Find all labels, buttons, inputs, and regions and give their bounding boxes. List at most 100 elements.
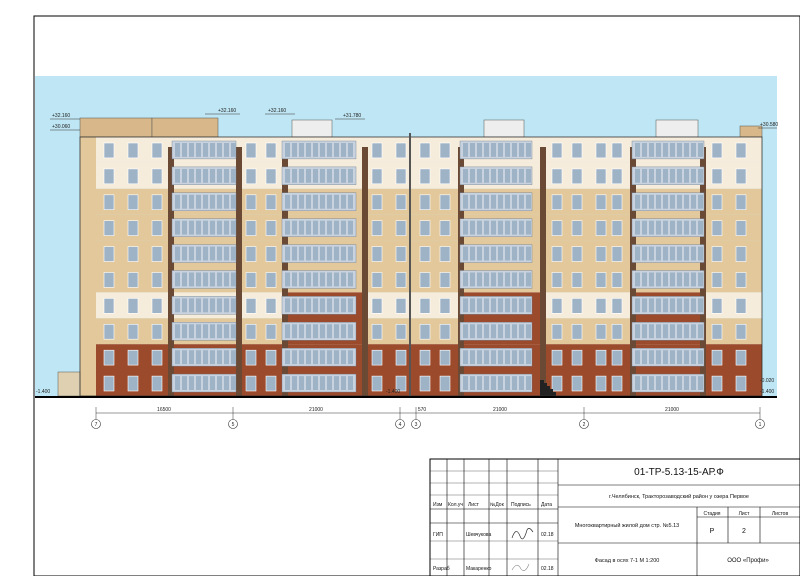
roof-exit-2 [483,119,525,138]
window [103,194,115,211]
loggia-pane [649,143,654,157]
loggia-pane [203,350,208,365]
loggia-pane [313,272,318,287]
window [595,194,607,211]
row-date-0: 02.18 [541,532,554,538]
loggia-pane [224,272,229,287]
loggia-pane [656,194,661,209]
window [611,220,623,236]
window [419,220,431,236]
loggia-pane [320,324,325,339]
loggia-pane [670,168,675,183]
loggia-pane [299,298,304,313]
loggia-pane [341,350,346,365]
loggia-pane [292,246,297,261]
loggia-pane [348,168,353,183]
window [265,168,277,185]
level-roof-right: +30.580 [760,122,778,128]
loggia-pane [203,376,208,390]
window [395,272,407,288]
loggia-pane [484,194,489,209]
loggia-pane [691,324,696,339]
facade-drawing: +32.160 +30.060 +32.160 +32.160 +31.780 … [33,15,800,577]
loggia-pane [477,194,482,209]
loggia-pane [512,194,517,209]
loggia-pane [196,246,201,261]
loggia-pane [698,220,703,235]
window [265,349,277,366]
object-name: Многоквартирный жилой дом стр. №5.13 [575,522,679,529]
window [127,220,139,236]
title-block: 01-ТР-5.13-15-АР.Ф г.Челябинск, Тракторо… [429,458,800,577]
loggia-pane [306,194,311,209]
loggia-pane [519,272,524,287]
window [571,246,583,262]
loggia-pane [175,143,180,157]
loggia-pane [189,350,194,365]
window [245,142,257,159]
loggia-pane [670,324,675,339]
loggia-pane [224,143,229,157]
loggia-pane [327,272,332,287]
loggia-pane [306,168,311,183]
loggia-pane [642,376,647,390]
loggia-pane [334,194,339,209]
loggia-pane [649,246,654,261]
dim-3-2: 21000 [493,407,507,413]
loggia-pane [491,194,496,209]
loggia-pane [334,324,339,339]
loggia-pane [663,298,668,313]
facade-recess [236,147,242,396]
window [127,298,139,314]
window [571,375,583,392]
axis-4: 4 [399,422,402,428]
window [419,298,431,314]
loggia-pane [635,246,640,261]
loggia-pane [691,376,696,390]
level-roof-mid: +31.780 [343,113,361,119]
window [127,142,139,159]
loggia-pane [334,220,339,235]
level-roof-left: +30.060 [52,124,70,130]
window [571,298,583,314]
window [711,168,723,185]
window [395,298,407,314]
loggia-pane [512,298,517,313]
loggia-pane [320,220,325,235]
loggia-pane [512,350,517,365]
loggia-pane [691,272,696,287]
loggia-pane [470,272,475,287]
loggia-pane [498,324,503,339]
window [371,272,383,288]
loggia-pane [698,376,703,390]
loggia-pane [663,246,668,261]
loggia-pane [196,194,201,209]
level-ground-center: -1.400 [386,389,400,395]
axis-2: 2 [583,422,586,428]
loggia-pane [224,298,229,313]
loggia-pane [217,324,222,339]
loggia-pane [656,272,661,287]
loggia-pane [491,220,496,235]
loggia-pane [210,350,215,365]
dim-5-4: 21000 [309,407,323,413]
loggia-pane [684,220,689,235]
window [735,375,747,392]
header-sheet-no: Лист [739,511,751,517]
loggia-pane [526,272,531,287]
loggia-pane [285,246,290,261]
loggia-pane [698,143,703,157]
row-role-1: Разраб [433,566,450,572]
window [395,168,407,185]
loggia-pane [656,298,661,313]
window [551,220,563,236]
loggia-pane [327,350,332,365]
loggia-pane [341,246,346,261]
window [371,142,383,159]
loggia-pane [670,143,675,157]
window [735,298,747,314]
loggia-pane [334,143,339,157]
loggia-pane [203,324,208,339]
loggia-pane [306,143,311,157]
loggia-pane [341,324,346,339]
